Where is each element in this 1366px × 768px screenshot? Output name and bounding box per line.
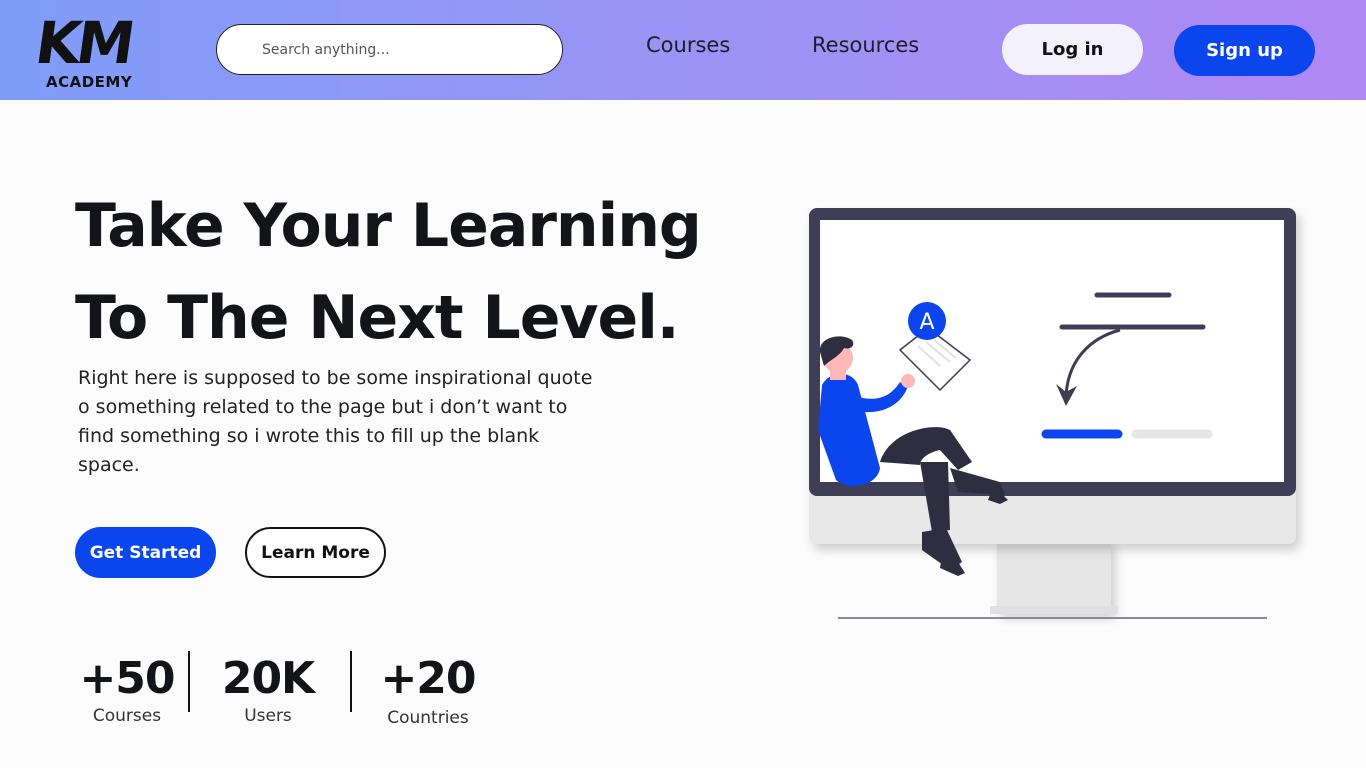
stat-label: Courses [92, 706, 162, 726]
logo-wordmark: ACADEMY [46, 73, 133, 91]
logo-mark: KM [31, 9, 136, 77]
stat-courses: +50 Courses [74, 652, 180, 726]
search-box[interactable] [216, 24, 563, 75]
hero-description: Right here is supposed to be some inspir… [78, 367, 593, 476]
hero-title-line-1: Take Your Learning [75, 191, 702, 261]
learn-more-button[interactable]: Learn More [245, 527, 386, 578]
login-button[interactable]: Log in [1002, 24, 1143, 75]
top-nav-bar: KM ACADEMY Courses Resources Log in Sign… [0, 0, 1366, 100]
km-academy-logo[interactable]: KM ACADEMY [31, 9, 146, 92]
student-monitor-illustration: A [809, 208, 1296, 619]
nav-link-courses[interactable]: Courses [646, 33, 730, 57]
stat-label: Countries [387, 708, 469, 728]
stat-value: 20K [221, 653, 315, 704]
hero-title-line-2: To The Next Level. [75, 283, 680, 353]
search-input[interactable] [262, 38, 542, 62]
badge-letter: A [919, 310, 934, 335]
stat-value: +20 [380, 653, 476, 704]
signup-button[interactable]: Sign up [1174, 25, 1315, 76]
hero-title: Take Your Learning To The Next Level. [75, 180, 775, 364]
stat-users: 20K Users [214, 652, 322, 726]
monitor-stand [838, 540, 1267, 619]
monitor [809, 208, 1296, 544]
stat-countries: +20 Countries [376, 652, 480, 728]
get-started-button[interactable]: Get Started [75, 527, 216, 578]
stat-label: Users [244, 706, 292, 726]
stat-value: +50 [79, 653, 175, 704]
stat-divider [188, 651, 190, 712]
stat-divider [350, 651, 352, 712]
nav-link-resources[interactable]: Resources [812, 33, 919, 57]
grade-a-badge-icon: A [908, 302, 946, 340]
